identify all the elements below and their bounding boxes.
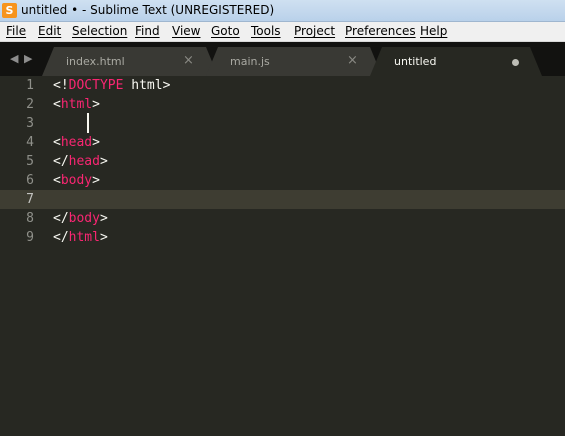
tab-label: untitled — [394, 55, 437, 68]
code-line[interactable]: 8 </body> — [0, 209, 565, 228]
tag-name-token: DOCTYPE — [68, 78, 124, 93]
line-number: 2 — [26, 97, 34, 112]
code-token: > — [92, 97, 100, 112]
menu-preferences[interactable]: Preferences — [345, 24, 416, 38]
code-line[interactable]: 6 <body> — [0, 171, 565, 190]
menu-view[interactable]: View — [172, 24, 200, 38]
code-line[interactable]: 2 <html> — [0, 95, 565, 114]
window-title: untitled • - Sublime Text (UNREGISTERED) — [21, 3, 275, 17]
tag-name-token: body — [68, 211, 100, 226]
code-token: > — [92, 135, 100, 150]
line-number: 3 — [26, 116, 34, 131]
tag-name-token: head — [60, 135, 93, 150]
code-token: < — [53, 173, 61, 188]
code-token: > — [99, 230, 108, 245]
code-token: < — [53, 135, 61, 150]
line-number: 6 — [26, 173, 34, 188]
code-editor[interactable]: 1 <!DOCTYPE html> 2 <html> 3 4 <head> 5 </head> 6… — [0, 76, 565, 436]
tab-label: index.html — [66, 55, 125, 68]
sublime-text-icon: S — [2, 3, 17, 18]
menu-selection[interactable]: Selection — [72, 24, 127, 38]
code-token: > — [99, 211, 108, 226]
menu-project[interactable]: Project — [294, 24, 335, 38]
tab-nav-left-icon[interactable]: ◀ — [10, 53, 18, 65]
menu-tools[interactable]: Tools — [251, 24, 281, 38]
tag-name-token: head — [68, 154, 100, 169]
title-bar: S untitled • - Sublime Text (UNREGISTERE… — [0, 0, 565, 22]
code-line[interactable]: 7 — [0, 190, 565, 209]
line-number: 7 — [26, 192, 34, 207]
code-text: <body> — [53, 171, 100, 190]
code-token: > — [92, 173, 100, 188]
code-line[interactable]: 5 </head> — [0, 152, 565, 171]
code-token: < — [53, 97, 61, 112]
line-number: 4 — [26, 135, 34, 150]
menu-help[interactable]: Help — [420, 24, 447, 38]
code-text: <html> — [53, 95, 100, 114]
code-token: </ — [53, 230, 69, 245]
code-token: </ — [53, 211, 69, 226]
code-token: <! — [53, 78, 69, 93]
menu-find[interactable]: Find — [135, 24, 160, 38]
menu-edit[interactable]: Edit — [38, 24, 61, 38]
tab-nav-right-icon[interactable]: ▶ — [24, 53, 32, 65]
text-cursor — [87, 113, 89, 133]
line-number: 5 — [26, 154, 34, 169]
unsaved-dot-icon[interactable] — [512, 59, 519, 66]
code-text: </head> — [53, 152, 108, 171]
code-token: > — [99, 154, 108, 169]
tag-name-token: html — [68, 230, 100, 245]
menu-bar: File Edit Selection Find View Goto Tools… — [0, 22, 565, 42]
tab-main-js[interactable]: main.js × — [206, 47, 382, 76]
close-icon[interactable]: × — [347, 53, 358, 68]
menu-file[interactable]: File — [6, 24, 26, 38]
menu-goto[interactable]: Goto — [211, 24, 240, 38]
code-line[interactable]: 4 <head> — [0, 133, 565, 152]
close-icon[interactable]: × — [183, 53, 194, 68]
code-line[interactable]: 3 — [0, 114, 565, 133]
code-text: </html> — [53, 228, 108, 247]
code-token: </ — [53, 154, 69, 169]
tab-untitled[interactable]: untitled — [370, 47, 542, 76]
line-number: 1 — [26, 78, 34, 93]
code-text: <!DOCTYPE html> — [53, 76, 170, 95]
line-number: 9 — [26, 230, 34, 245]
tag-name-token: body — [60, 173, 93, 188]
code-text: <head> — [53, 133, 100, 152]
line-number: 8 — [26, 211, 34, 226]
code-line[interactable]: 1 <!DOCTYPE html> — [0, 76, 565, 95]
tab-index-html[interactable]: index.html × — [42, 47, 218, 76]
code-token: html> — [123, 78, 171, 93]
code-line[interactable]: 9 </html> — [0, 228, 565, 247]
tag-name-token: html — [60, 97, 93, 112]
tab-bar: ◀ ▶ index.html × main.js × untitled — [0, 42, 565, 76]
tab-label: main.js — [230, 55, 270, 68]
code-text: </body> — [53, 209, 108, 228]
